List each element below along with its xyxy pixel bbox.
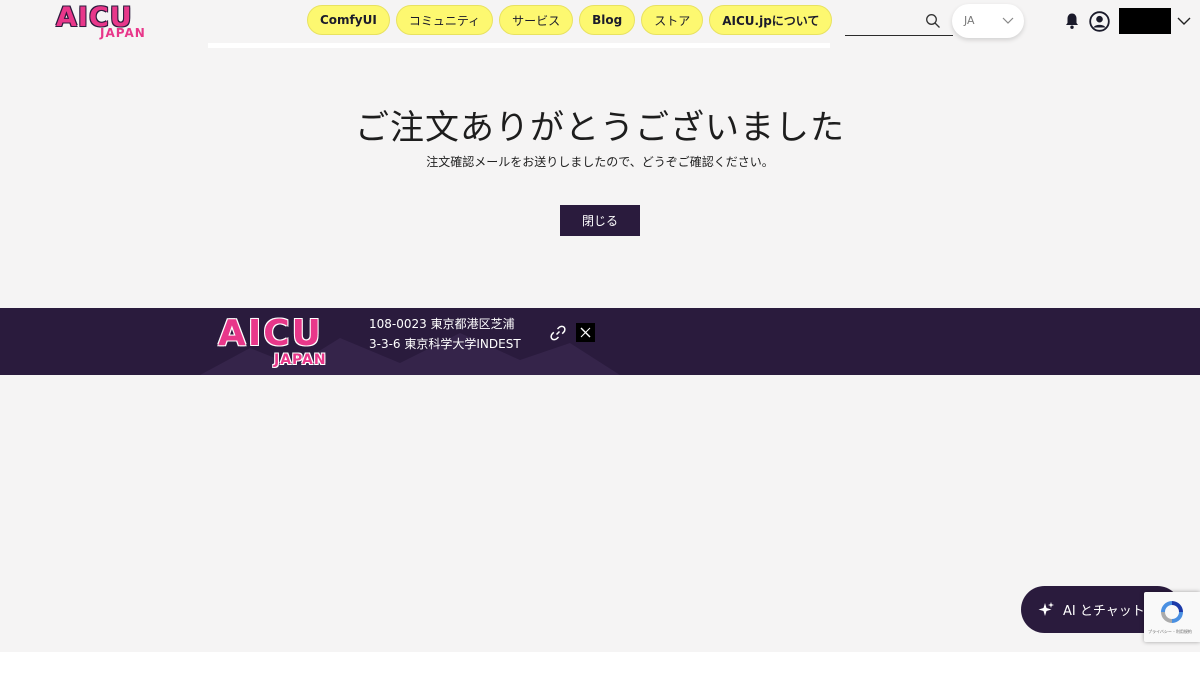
nav-item-comfyui[interactable]: ComfyUI — [307, 5, 390, 35]
sparkle-icon — [1038, 601, 1054, 616]
recaptcha-icon — [1161, 601, 1183, 623]
recaptcha-links[interactable]: プライバシー - 利用規約 — [1148, 629, 1192, 635]
footer-logo-text-top: AICU — [218, 313, 323, 354]
recaptcha-badge[interactable]: プライバシー - 利用規約 — [1144, 592, 1200, 642]
x-logo-icon[interactable] — [576, 323, 595, 342]
account-name[interactable] — [1119, 8, 1171, 34]
nav-item-store[interactable]: ストア — [641, 5, 704, 35]
language-value: JA — [964, 14, 975, 27]
language-selector[interactable]: JA — [952, 4, 1024, 38]
bell-icon[interactable] — [1064, 12, 1080, 30]
address-line-2: 3-3-6 東京科学大学INDEST — [369, 337, 521, 351]
logo-text-bottom: JAPAN — [100, 26, 146, 40]
main-nav: ComfyUI コミュニティ サービス Blog ストア AICU.jpについて — [307, 5, 833, 35]
ai-chat-label: AI とチャット — [1063, 604, 1145, 619]
page: AICU JAPAN ComfyUI コミュニティ サービス Blog ストア … — [0, 0, 1200, 652]
nav-item-about[interactable]: AICU.jpについて — [709, 5, 833, 35]
x-logo-glyph — [580, 327, 591, 338]
page-title: ご注文ありがとうございました — [355, 108, 845, 148]
link-icon[interactable] — [549, 324, 567, 342]
nav-item-blog[interactable]: Blog — [579, 5, 636, 35]
account-chevron-down-icon[interactable] — [1177, 16, 1191, 26]
nav-item-services[interactable]: サービス — [499, 5, 574, 35]
header-divider — [208, 43, 830, 48]
footer-logo[interactable]: AICU JAPAN — [218, 316, 363, 370]
address-line-1: 108-0023 東京都港区芝浦 — [369, 317, 515, 331]
nav-item-community[interactable]: コミュニティ — [395, 5, 494, 35]
search-box[interactable] — [845, 8, 953, 36]
confirmation-message: 注文確認メールをお送りしましたので、どうぞご確認ください。 — [426, 155, 774, 169]
footer: AICU JAPAN 108-0023 東京都港区芝浦 3-3-6 東京科学大学… — [0, 308, 1200, 375]
site-logo[interactable]: AICU JAPAN — [56, 4, 164, 40]
footer-logo-text-bottom: JAPAN — [274, 352, 327, 368]
footer-address: 108-0023 東京都港区芝浦 3-3-6 東京科学大学INDEST — [369, 314, 521, 354]
avatar-icon[interactable] — [1089, 11, 1110, 32]
close-button[interactable]: 閉じる — [560, 205, 640, 236]
search-icon[interactable] — [925, 13, 941, 29]
chevron-down-icon — [1002, 17, 1014, 24]
